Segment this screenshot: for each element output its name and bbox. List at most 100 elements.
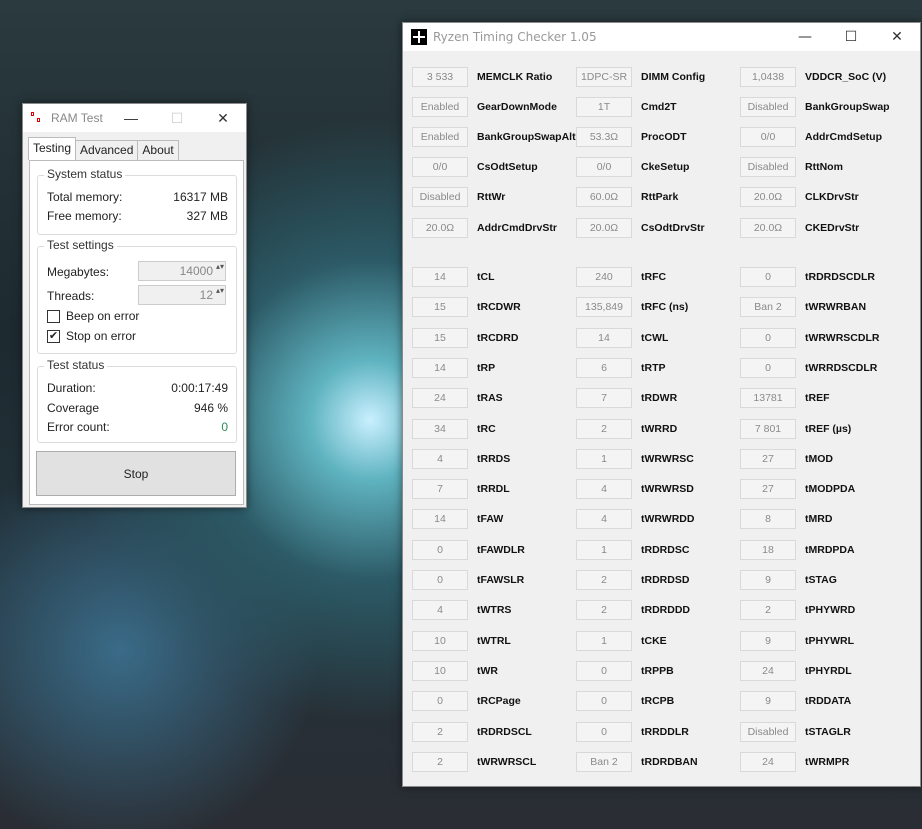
- timing-value-box[interactable]: 4: [576, 479, 632, 500]
- checkmark-icon[interactable]: ✔: [47, 329, 60, 343]
- timing-value-box[interactable]: 20.0Ω: [740, 217, 796, 238]
- timing-value-box[interactable]: 0: [576, 721, 632, 742]
- timing-value-box[interactable]: 1,0438: [740, 67, 796, 87]
- timing-value-box[interactable]: 2: [412, 721, 468, 742]
- timing-value-box[interactable]: Enabled: [412, 97, 468, 118]
- timing-value-box[interactable]: Enabled: [412, 127, 468, 148]
- timing-value-box[interactable]: 8: [740, 509, 796, 530]
- timing-label: tRDRDSD: [641, 574, 690, 586]
- timing-value-box[interactable]: Disabled: [412, 187, 468, 208]
- timing-value-box[interactable]: 1: [576, 630, 632, 651]
- timing-value-box[interactable]: 10: [412, 660, 468, 681]
- checkbox-box[interactable]: [47, 309, 60, 323]
- timing-value-box[interactable]: 0: [412, 539, 468, 560]
- timing-value-box[interactable]: 14: [412, 509, 468, 530]
- megabytes-spinner[interactable]: 14000: [138, 261, 226, 281]
- timing-value-box[interactable]: 24: [740, 660, 796, 681]
- timing-value-box[interactable]: 240: [576, 267, 632, 287]
- timing-value-box[interactable]: 4: [412, 600, 468, 621]
- timing-value-box[interactable]: 1: [576, 448, 632, 469]
- stop-button[interactable]: Stop: [36, 451, 236, 496]
- timing-value-box[interactable]: Disabled: [740, 157, 796, 178]
- timing-value-box[interactable]: 20.0Ω: [740, 187, 796, 208]
- timing-value-box[interactable]: 15: [412, 327, 468, 348]
- timing-value-box[interactable]: 2: [576, 570, 632, 590]
- timing-value-box[interactable]: 0: [740, 357, 796, 378]
- timing-value-box[interactable]: 27: [740, 479, 796, 500]
- timing-value-box[interactable]: 7 801: [740, 418, 796, 439]
- timing-value-box[interactable]: 0: [412, 570, 468, 590]
- timing-value-box[interactable]: Disabled: [740, 721, 796, 742]
- timing-value-box[interactable]: 0: [740, 327, 796, 348]
- timing-label: tMODPDA: [805, 483, 856, 496]
- timing-value-box[interactable]: 4: [412, 448, 468, 469]
- timing-value-box[interactable]: 0/0: [576, 157, 632, 178]
- timing-value-box[interactable]: 0: [412, 691, 468, 712]
- timing-value-box[interactable]: 4: [576, 509, 632, 530]
- tab-about[interactable]: About: [137, 140, 179, 160]
- timing-value-box[interactable]: 27: [740, 448, 796, 469]
- timing-value-box[interactable]: 135,849: [576, 297, 632, 318]
- timing-value-box[interactable]: 0/0: [412, 157, 468, 178]
- timing-value-box[interactable]: 0: [740, 267, 796, 287]
- timing-value-box[interactable]: 7: [412, 479, 468, 500]
- maximize-button[interactable]: ☐: [154, 104, 200, 132]
- timing-value-box[interactable]: Ban 2: [740, 297, 796, 318]
- timing-label: MEMCLK Ratio: [477, 71, 553, 83]
- timing-value-box[interactable]: Disabled: [740, 97, 796, 118]
- timing-value-box[interactable]: 60.0Ω: [576, 187, 632, 208]
- timing-value-box[interactable]: 14: [412, 357, 468, 378]
- close-button[interactable]: ✕: [874, 23, 920, 51]
- timing-field: 0 tRPPB: [576, 660, 674, 681]
- timing-value-box[interactable]: 9: [740, 691, 796, 712]
- timing-label: tRDDATA: [805, 695, 852, 708]
- timing-field: 20.0Ω CLKDrvStr: [740, 187, 859, 208]
- timing-label: tRAS: [477, 392, 503, 405]
- maximize-button[interactable]: ☐: [828, 23, 874, 51]
- timing-value-box[interactable]: 0/0: [740, 127, 796, 148]
- timing-value-box[interactable]: 1T: [576, 97, 632, 118]
- timing-value-box[interactable]: 3 533: [412, 67, 468, 87]
- timing-value-box[interactable]: 20.0Ω: [576, 217, 632, 238]
- stop-on-error-checkbox[interactable]: ✔ Stop on error: [47, 329, 136, 343]
- timing-value-box[interactable]: 24: [740, 751, 796, 772]
- timing-value-box[interactable]: 2: [576, 600, 632, 621]
- timing-value-box[interactable]: Ban 2: [576, 751, 632, 772]
- beep-on-error-checkbox[interactable]: Beep on error: [47, 309, 139, 323]
- timing-value-box[interactable]: 14: [576, 327, 632, 348]
- app-icon: [31, 112, 43, 124]
- timing-value-box[interactable]: 9: [740, 630, 796, 651]
- timing-value-box[interactable]: 53.3Ω: [576, 127, 632, 148]
- timing-value-box[interactable]: 13781: [740, 388, 796, 409]
- minimize-button[interactable]: —: [108, 104, 154, 132]
- timing-value-box[interactable]: 2: [740, 600, 796, 621]
- minimize-button[interactable]: —: [782, 23, 828, 51]
- tab-testing[interactable]: Testing: [28, 137, 77, 160]
- timing-field: Disabled tSTAGLR: [740, 721, 851, 742]
- timing-label: tWTRL: [477, 634, 511, 647]
- timing-value-box[interactable]: 2: [412, 751, 468, 772]
- timing-label: tRFC (ns): [641, 301, 689, 314]
- tab-advanced[interactable]: Advanced: [75, 140, 139, 160]
- timing-value-box[interactable]: 14: [412, 267, 468, 287]
- timing-label: tRP: [477, 361, 496, 374]
- timing-value-box[interactable]: 2: [576, 418, 632, 439]
- timing-value-box[interactable]: 7: [576, 388, 632, 409]
- timing-value-box[interactable]: 9: [740, 570, 796, 590]
- timing-value-box[interactable]: 10: [412, 630, 468, 651]
- threads-spinner[interactable]: 12: [138, 285, 226, 305]
- timing-value-box[interactable]: 18: [740, 539, 796, 560]
- timing-label: tMRD: [805, 513, 833, 526]
- timing-field: 34 tRC: [412, 418, 496, 439]
- timing-value-box[interactable]: 6: [576, 357, 632, 378]
- timing-value-box[interactable]: 0: [576, 660, 632, 681]
- timing-value-box[interactable]: 34: [412, 418, 468, 439]
- timing-value-box[interactable]: 1: [576, 539, 632, 560]
- timing-field: 20.0Ω CKEDrvStr: [740, 217, 859, 238]
- close-button[interactable]: ✕: [200, 104, 246, 132]
- timing-value-box[interactable]: 24: [412, 388, 468, 409]
- timing-value-box[interactable]: 15: [412, 297, 468, 318]
- timing-value-box[interactable]: 20.0Ω: [412, 217, 468, 238]
- timing-value-box[interactable]: 1DPC-SR: [576, 67, 632, 87]
- timing-value-box[interactable]: 0: [576, 691, 632, 712]
